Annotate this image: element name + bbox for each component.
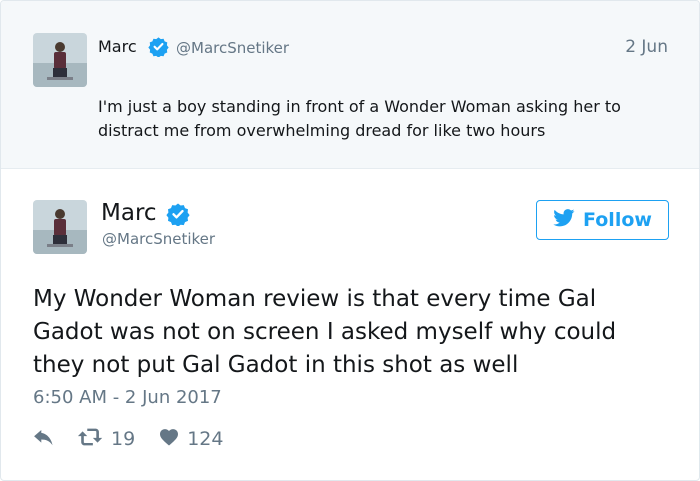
avatar[interactable] [33,200,87,254]
tweet-actions: 19 124 [33,425,223,453]
author-name[interactable]: Marc [101,200,157,226]
follow-button[interactable]: Follow [536,200,669,240]
author-name[interactable]: Marc [98,37,137,56]
twitter-bird-icon [553,208,575,232]
retweet-count: 19 [111,428,136,450]
retweet-icon [77,427,111,452]
like-count: 124 [187,428,224,450]
tweet-date[interactable]: 2 Jun [625,37,668,57]
like-button[interactable]: 124 [159,428,223,451]
retweet-button[interactable]: 19 [77,427,135,452]
heart-icon [159,428,187,451]
embedded-tweet-card: Marc @MarcSnetiker 2 Jun I'm just a boy … [0,0,700,481]
verified-badge-icon [148,36,169,58]
author-handle[interactable]: @MarcSnetiker [102,230,215,248]
parent-tweet-text: I'm just a boy standing in front of a Wo… [98,97,621,140]
tweet-text: My Wonder Woman review is that every tim… [33,286,617,378]
reply-icon[interactable] [33,430,55,448]
tweet-timestamp[interactable]: 6:50 AM - 2 Jun 2017 [33,387,222,408]
author-handle[interactable]: @MarcSnetiker [176,39,289,57]
follow-label: Follow [583,209,652,231]
verified-badge-icon [166,202,190,227]
parent-tweet[interactable]: Marc @MarcSnetiker 2 Jun I'm just a boy … [1,1,699,169]
avatar[interactable] [33,33,87,87]
